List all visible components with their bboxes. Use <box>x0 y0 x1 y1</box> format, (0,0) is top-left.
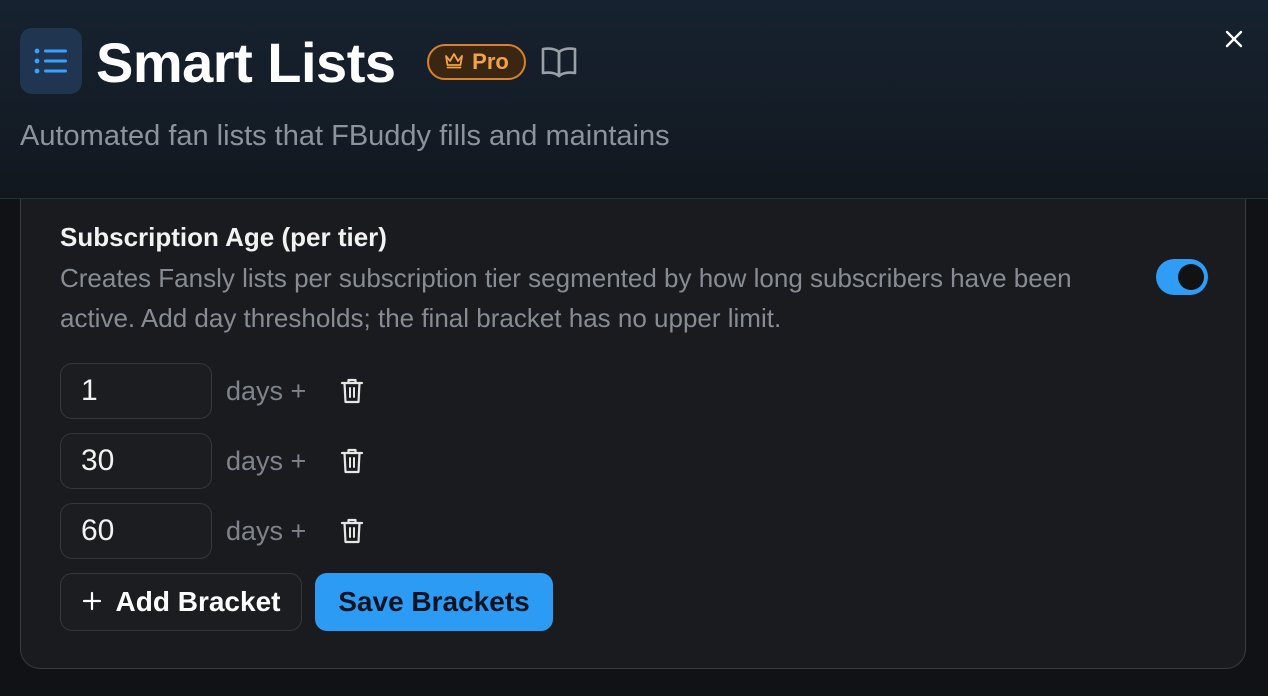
pro-badge-label: Pro <box>472 49 509 74</box>
save-brackets-button[interactable]: Save Brackets <box>315 573 553 631</box>
bracket-row: days + <box>60 363 460 419</box>
bracket-days-input[interactable] <box>60 363 212 419</box>
bracket-row: days + <box>60 433 460 489</box>
bracket-days-input[interactable] <box>60 503 212 559</box>
bracket-row: days + <box>60 503 460 559</box>
bracket-unit-label: days + <box>226 516 307 546</box>
bracket-unit-label: days + <box>226 376 307 406</box>
trash-icon[interactable] <box>340 517 364 545</box>
setting-title: Subscription Age (per tier) <box>60 222 387 252</box>
save-brackets-label: Save Brackets <box>338 586 530 617</box>
list-icon <box>20 28 82 94</box>
add-bracket-label: Add Bracket <box>115 586 281 617</box>
page-subtitle: Automated fan lists that FBuddy fills an… <box>20 120 670 152</box>
page-title: Smart Lists <box>96 31 396 94</box>
bracket-days-input[interactable] <box>60 433 212 489</box>
pro-badge: Pro <box>427 44 526 80</box>
smart-lists-panel: Smart Lists Pro Automated fan lists that… <box>0 0 1268 696</box>
book-icon[interactable] <box>540 44 578 80</box>
crown-icon <box>444 49 464 75</box>
close-icon[interactable] <box>1222 27 1246 51</box>
plus-icon <box>82 586 102 618</box>
add-bracket-button[interactable]: Add Bracket <box>60 573 302 631</box>
toggle-knob <box>1178 264 1204 290</box>
trash-icon[interactable] <box>340 447 364 475</box>
subscription-age-toggle[interactable] <box>1156 259 1208 295</box>
panel-header: Smart Lists Pro Automated fan lists that… <box>0 0 1268 199</box>
setting-description: Creates Fansly lists per subscription ti… <box>60 263 1072 333</box>
bracket-unit-label: days + <box>226 446 307 476</box>
trash-icon[interactable] <box>340 377 364 405</box>
